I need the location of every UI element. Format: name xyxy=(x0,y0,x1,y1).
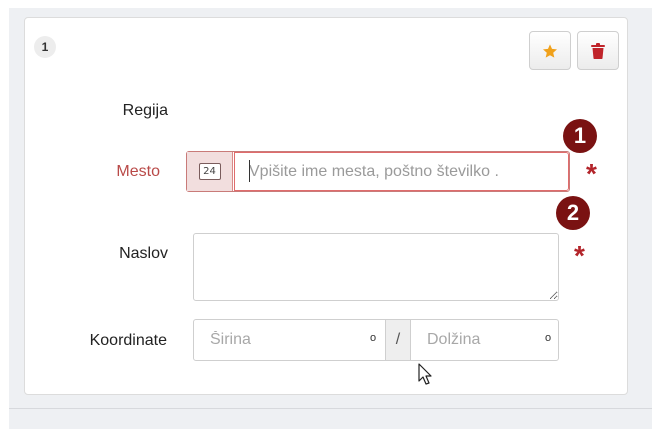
longitude-input[interactable] xyxy=(411,320,537,360)
address-label: Naslov xyxy=(119,245,168,262)
longitude-degree-symbol: o xyxy=(544,332,552,344)
top-strip xyxy=(0,0,652,8)
trash-icon xyxy=(591,42,605,59)
bottom-divider xyxy=(9,408,652,409)
city-label: Mesto xyxy=(116,163,160,180)
city-addon: 24 xyxy=(187,152,233,191)
star-icon xyxy=(543,43,557,58)
delete-button[interactable] xyxy=(577,31,619,70)
left-strip xyxy=(0,0,9,429)
city-input-group: 24 xyxy=(186,151,570,192)
text-caret xyxy=(249,160,250,182)
callout-marker-2: 2 xyxy=(556,196,590,230)
callout-marker-1: 1 xyxy=(563,119,597,153)
address-textarea[interactable] xyxy=(193,233,559,301)
latitude-degree-symbol: o xyxy=(369,332,377,344)
region-label: Regija xyxy=(122,102,168,119)
coordinate-separator: / xyxy=(385,320,411,360)
item-number-badge: 1 xyxy=(34,36,56,58)
latitude-input[interactable] xyxy=(194,320,362,360)
favorite-button[interactable] xyxy=(529,31,571,70)
city-input[interactable] xyxy=(234,152,569,191)
mouse-cursor-icon xyxy=(418,363,432,385)
coordinates-label: Koordinate xyxy=(89,332,167,349)
coordinates-input-group: o / o xyxy=(193,319,559,361)
address-required-marker: * xyxy=(574,240,585,271)
city-required-marker: * xyxy=(586,158,597,189)
calendar-icon: 24 xyxy=(198,163,221,180)
